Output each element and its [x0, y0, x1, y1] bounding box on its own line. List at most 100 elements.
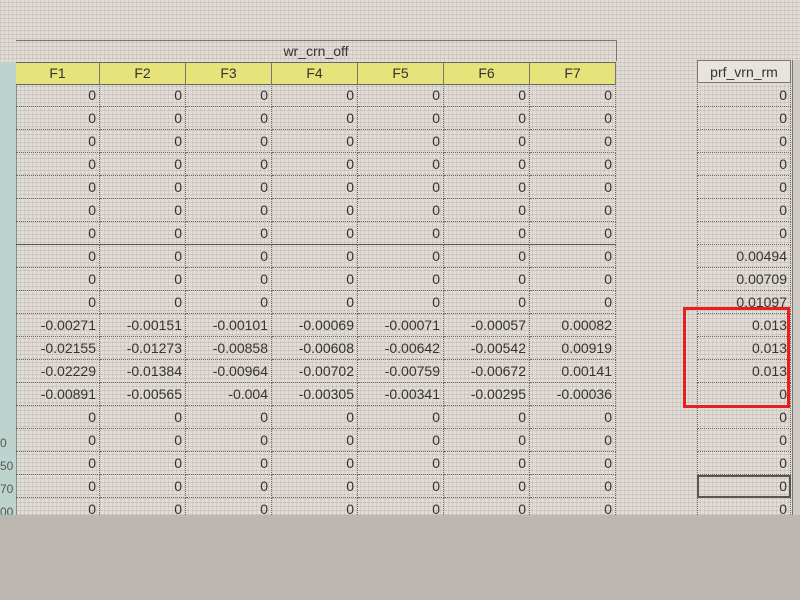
table-cell[interactable]: -0.004 — [186, 383, 272, 406]
table-cell[interactable]: 0 — [16, 199, 100, 222]
table-cell[interactable]: 0 — [186, 406, 272, 429]
table-cell[interactable]: 0 — [272, 452, 358, 475]
column-header-f6[interactable]: F6 — [444, 63, 530, 84]
table-cell[interactable]: -0.00341 — [358, 383, 444, 406]
table-cell[interactable]: 0 — [100, 406, 186, 429]
table-cell[interactable]: 0 — [697, 452, 791, 475]
table-cell[interactable]: 0 — [444, 268, 530, 291]
table-cell[interactable]: 0 — [358, 84, 444, 107]
table-cell[interactable]: -0.00759 — [358, 360, 444, 383]
table-cell[interactable]: 0 — [16, 84, 100, 107]
table-cell[interactable]: 0 — [16, 429, 100, 452]
table-cell[interactable]: 0 — [444, 199, 530, 222]
table-cell[interactable]: 0 — [358, 429, 444, 452]
table-cell[interactable]: 0 — [358, 107, 444, 130]
table-cell[interactable]: -0.00151 — [100, 314, 186, 337]
table-cell[interactable]: 0 — [358, 222, 444, 245]
table-cell[interactable]: 0 — [272, 291, 358, 314]
column-header-f5[interactable]: F5 — [358, 63, 444, 84]
table-cell[interactable]: 0 — [272, 176, 358, 199]
table-cell[interactable]: 0 — [530, 429, 616, 452]
table-cell[interactable]: 0 — [100, 498, 186, 515]
table-cell[interactable]: -0.00702 — [272, 360, 358, 383]
table-cell[interactable]: -0.00071 — [358, 314, 444, 337]
table-cell[interactable]: 0 — [697, 222, 791, 245]
table-cell[interactable]: 0 — [444, 475, 530, 498]
table-cell[interactable]: -0.00858 — [186, 337, 272, 360]
table-cell[interactable]: 0 — [100, 176, 186, 199]
table-cell[interactable]: 0 — [186, 268, 272, 291]
table-cell[interactable]: -0.00542 — [444, 337, 530, 360]
table-cell[interactable]: 0 — [530, 406, 616, 429]
table-cell[interactable]: 0 — [186, 153, 272, 176]
table-cell[interactable]: 0 — [100, 107, 186, 130]
table-cell[interactable]: -0.00305 — [272, 383, 358, 406]
table-cell[interactable]: 0 — [697, 406, 791, 429]
table-cell[interactable]: 0 — [100, 268, 186, 291]
table-cell[interactable]: 0 — [272, 406, 358, 429]
table-cell[interactable]: 0 — [444, 84, 530, 107]
table-cell[interactable]: 0 — [16, 268, 100, 291]
table-cell[interactable]: 0 — [697, 199, 791, 222]
table-cell[interactable]: 0 — [272, 199, 358, 222]
table-cell[interactable]: -0.01273 — [100, 337, 186, 360]
table-cell[interactable]: 0 — [697, 84, 791, 107]
table-cell[interactable]: 0.00141 — [530, 360, 616, 383]
table-cell[interactable]: -0.02229 — [16, 360, 100, 383]
table-cell[interactable]: -0.00295 — [444, 383, 530, 406]
table-cell[interactable]: 0 — [186, 107, 272, 130]
table-cell[interactable]: 0 — [100, 84, 186, 107]
table-cell[interactable]: 0 — [100, 245, 186, 268]
table-cell[interactable]: -0.00565 — [100, 383, 186, 406]
table-cell[interactable]: 0 — [16, 176, 100, 199]
table-cell[interactable]: 0 — [530, 475, 616, 498]
table-cell[interactable]: -0.00036 — [530, 383, 616, 406]
table-cell[interactable]: 0 — [444, 176, 530, 199]
table-cell[interactable]: 0 — [530, 291, 616, 314]
table-cell[interactable]: 0 — [530, 268, 616, 291]
table-cell[interactable]: 0 — [358, 176, 444, 199]
right-table-title[interactable]: prf_vrn_rm — [697, 60, 791, 83]
table-cell[interactable]: 0 — [272, 429, 358, 452]
table-cell[interactable]: 0 — [186, 245, 272, 268]
table-cell[interactable]: 0 — [272, 268, 358, 291]
table-cell[interactable]: 0.00919 — [530, 337, 616, 360]
table-cell[interactable]: 0 — [16, 245, 100, 268]
table-cell[interactable]: 0 — [358, 475, 444, 498]
table-cell[interactable]: 0 — [530, 222, 616, 245]
table-cell[interactable]: 0 — [530, 498, 616, 515]
table-cell[interactable]: 0 — [358, 291, 444, 314]
table-cell[interactable]: 0 — [697, 107, 791, 130]
table-cell[interactable]: 0 — [186, 130, 272, 153]
table-cell[interactable]: 0 — [100, 222, 186, 245]
table-cell[interactable]: 0 — [16, 291, 100, 314]
table-cell[interactable]: 0 — [697, 153, 791, 176]
table-cell[interactable]: 0 — [444, 245, 530, 268]
table-cell[interactable]: 0 — [444, 291, 530, 314]
table-cell[interactable]: -0.00964 — [186, 360, 272, 383]
table-cell[interactable]: 0 — [697, 498, 791, 515]
table-cell[interactable]: 0 — [444, 429, 530, 452]
table-cell[interactable]: 0 — [100, 429, 186, 452]
table-cell[interactable]: 0 — [358, 406, 444, 429]
table-cell[interactable]: 0 — [444, 130, 530, 153]
table-cell[interactable]: -0.00608 — [272, 337, 358, 360]
table-cell[interactable]: 0 — [530, 153, 616, 176]
table-cell[interactable]: 0 — [530, 176, 616, 199]
column-header-f4[interactable]: F4 — [272, 63, 358, 84]
table-cell[interactable]: 0 — [530, 130, 616, 153]
table-cell[interactable]: 0 — [358, 245, 444, 268]
table-cell[interactable]: -0.00672 — [444, 360, 530, 383]
column-header-f7[interactable]: F7 — [530, 63, 616, 84]
table-cell[interactable]: 0 — [358, 199, 444, 222]
column-header-f2[interactable]: F2 — [100, 63, 186, 84]
table-cell[interactable]: -0.00101 — [186, 314, 272, 337]
table-cell[interactable]: 0.00082 — [530, 314, 616, 337]
table-cell[interactable]: 0 — [272, 475, 358, 498]
table-cell[interactable]: 0 — [358, 268, 444, 291]
table-cell[interactable]: -0.00057 — [444, 314, 530, 337]
table-cell[interactable]: 0.00709 — [697, 268, 791, 291]
table-cell[interactable]: 0 — [444, 498, 530, 515]
table-cell[interactable]: 0 — [444, 222, 530, 245]
table-cell[interactable]: 0 — [186, 475, 272, 498]
